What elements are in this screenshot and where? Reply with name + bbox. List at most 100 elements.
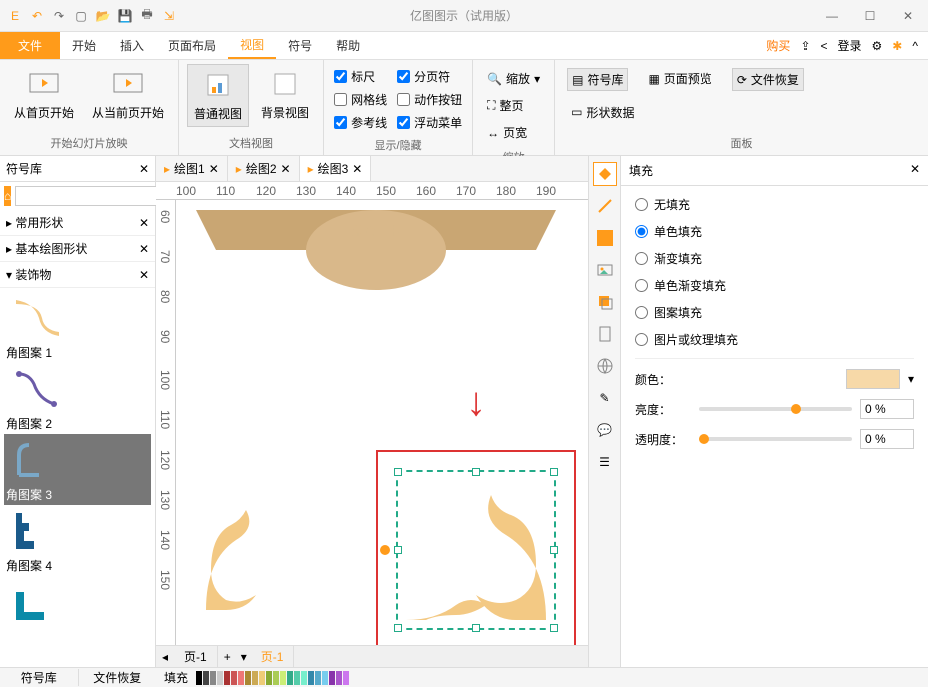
normal-view-button[interactable]: 普通视图 [187, 64, 249, 127]
floatmenu-checkbox[interactable]: 浮动菜单 [397, 114, 462, 131]
menu-start[interactable]: 开始 [60, 32, 108, 59]
save-icon[interactable]: 💾 [116, 7, 134, 25]
login-link[interactable]: 登录 [838, 37, 862, 54]
globe-tool-icon[interactable] [593, 354, 617, 378]
menu-symbol[interactable]: 符号 [276, 32, 324, 59]
brightness-label: 亮度： [635, 401, 691, 418]
opacity-spinner[interactable]: 0 % [860, 429, 914, 449]
page-add[interactable]: + [218, 648, 237, 666]
slideshow-from-current-label: 从当前页开始 [92, 104, 164, 121]
action-checkbox[interactable]: 动作按钮 [397, 91, 462, 108]
image-tool-icon[interactable] [593, 258, 617, 282]
sidebar-cat-basic[interactable]: ▸ 基本绘图形状✕ [0, 236, 155, 262]
gear-icon[interactable]: ⚙ [872, 39, 883, 53]
tab-close-icon[interactable]: ✕ [281, 162, 291, 176]
rotate-handle[interactable] [380, 545, 390, 555]
doc-tab-2[interactable]: ▸绘图2✕ [228, 156, 300, 181]
sidebar-cat-common[interactable]: ▸ 常用形状✕ [0, 210, 155, 236]
brightness-spinner[interactable]: 0 % [860, 399, 914, 419]
fit-width-button[interactable]: ↔页宽 [483, 122, 544, 143]
menu-insert[interactable]: 插入 [108, 32, 156, 59]
tab-close-icon[interactable]: ✕ [209, 162, 219, 176]
doc-tab-3[interactable]: ▸绘图3✕ [300, 156, 372, 181]
shape-corner-2[interactable]: 角图案 2 [4, 363, 151, 434]
page-tab-left[interactable]: 页-1 [174, 646, 218, 667]
close-button[interactable]: ✕ [896, 4, 920, 28]
new-icon[interactable]: ▢ [72, 7, 90, 25]
shape-corner-3[interactable]: 角图案 3 [4, 434, 151, 505]
fill-panel-close-icon[interactable]: ✕ [910, 162, 920, 179]
zoom-button[interactable]: 🔍缩放 ▾ [483, 68, 544, 89]
fitwidth-icon: ↔ [487, 126, 499, 140]
opacity-slider[interactable] [699, 437, 852, 441]
fit-page-button[interactable]: ⛶整页 [483, 95, 544, 116]
ribbon-group-slideshow-label: 开始幻灯片放映 [51, 133, 128, 153]
menu-layout[interactable]: 页面布局 [156, 32, 228, 59]
guides-checkbox[interactable]: 参考线 [334, 114, 387, 131]
cat-close-icon[interactable]: ✕ [139, 268, 149, 282]
brightness-slider[interactable] [699, 407, 852, 411]
slideshow-from-first[interactable]: 从首页开始 [8, 64, 80, 125]
fill-tool-icon[interactable] [593, 162, 617, 186]
tab-close-icon[interactable]: ✕ [352, 162, 362, 176]
grid-checkbox[interactable]: 网格线 [334, 91, 387, 108]
status-filerecovery-tab[interactable]: 文件恢复 [79, 669, 157, 686]
fill-solid-radio[interactable]: 单色填充 [635, 223, 914, 240]
list-tool-icon[interactable]: ☰ [593, 450, 617, 474]
shape-corner-1[interactable]: 角图案 1 [4, 292, 151, 363]
symbol-lib-button[interactable]: ▤符号库 [567, 68, 628, 91]
print-icon[interactable]: 🖶 [138, 7, 156, 25]
redo-icon[interactable]: ↷ [50, 7, 68, 25]
open-icon[interactable]: 📂 [94, 7, 112, 25]
color-palette[interactable] [196, 671, 349, 685]
sidebar-cat-decorations[interactable]: ▾ 装饰物✕ [0, 262, 155, 288]
menu-view[interactable]: 视图 [228, 32, 276, 59]
page-tab-right[interactable]: 页-1 [251, 646, 295, 667]
minimize-button[interactable]: — [820, 4, 844, 28]
layer-tool-icon[interactable] [593, 290, 617, 314]
status-symbollib-tab[interactable]: 符号库 [0, 669, 79, 686]
shape-corner-4[interactable]: 角图案 4 [4, 505, 151, 576]
shape-corner-5[interactable] [4, 576, 151, 628]
fill-none-radio[interactable]: 无填充 [635, 196, 914, 213]
file-recovery-button[interactable]: ⟳文件恢复 [732, 68, 804, 91]
background-view-button[interactable]: 背景视图 [255, 64, 315, 125]
filerecovery-icon: ⟳ [737, 73, 747, 87]
fill-pattern-radio[interactable]: 图案填充 [635, 304, 914, 321]
color-swatch[interactable] [846, 369, 900, 389]
canvas[interactable]: 荣誉证书 ↓ [176, 200, 588, 645]
share2-icon[interactable]: < [821, 39, 828, 53]
cat-close-icon[interactable]: ✕ [139, 242, 149, 256]
pagebreak-checkbox[interactable]: 分页符 [397, 68, 462, 85]
export-icon[interactable]: ⇲ [160, 7, 178, 25]
ribbon-group-docview-label: 文档视图 [229, 133, 273, 153]
share-icon[interactable]: ⇪ [800, 39, 810, 53]
edit-tool-icon[interactable]: ✎ [593, 386, 617, 410]
home-icon[interactable]: ⌂ [4, 186, 11, 206]
slideshow-from-current[interactable]: 从当前页开始 [86, 64, 170, 125]
page-nav-prev[interactable]: ◂ [156, 648, 174, 666]
buy-link[interactable]: 购买 [766, 37, 790, 54]
comment-tool-icon[interactable]: 💬 [593, 418, 617, 442]
maximize-button[interactable]: ☐ [858, 4, 882, 28]
ribbon-group-panels-label: 面板 [731, 133, 753, 153]
collapse-ribbon-icon[interactable]: ^ [912, 39, 918, 53]
fill-solidgrad-radio[interactable]: 单色渐变填充 [635, 277, 914, 294]
selection-box[interactable] [396, 470, 556, 630]
menu-help[interactable]: 帮助 [324, 32, 372, 59]
doc-tab-1[interactable]: ▸绘图1✕ [156, 156, 228, 181]
cat-close-icon[interactable]: ✕ [139, 216, 149, 230]
page-preview-button[interactable]: ▦页面预览 [644, 68, 715, 89]
shape-data-button[interactable]: ▭形状数据 [567, 102, 638, 123]
fill-gradient-radio[interactable]: 渐变填充 [635, 250, 914, 267]
line-tool-icon[interactable] [593, 194, 617, 218]
status-fill-label: 填充 [156, 669, 196, 686]
fill-picture-radio[interactable]: 图片或纹理填充 [635, 331, 914, 348]
app-logo-icon: E [6, 7, 24, 25]
undo-icon[interactable]: ↶ [28, 7, 46, 25]
sidebar-close-icon[interactable]: ✕ [139, 162, 149, 176]
shape-tool-icon[interactable] [593, 226, 617, 250]
ruler-checkbox[interactable]: 标尺 [334, 68, 387, 85]
menu-file[interactable]: 文件 [0, 32, 60, 59]
page-tool-icon[interactable] [593, 322, 617, 346]
